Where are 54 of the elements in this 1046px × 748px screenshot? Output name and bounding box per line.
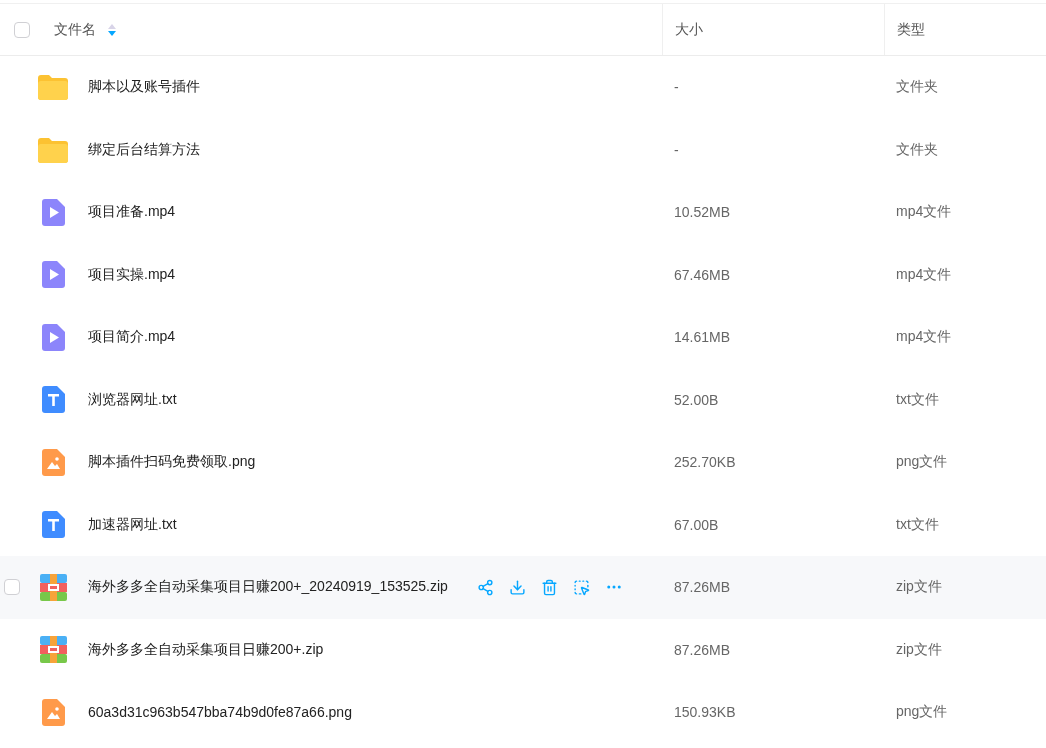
video-file-icon [41, 198, 65, 226]
file-size: 87.26MB [674, 641, 731, 658]
video-file-icon [41, 261, 65, 289]
file-size: 14.61MB [674, 329, 731, 346]
file-type: zip文件 [896, 640, 942, 659]
column-header[interactable]: 类型 [897, 20, 925, 39]
folder-icon [38, 136, 68, 163]
file-type: mp4文件 [896, 203, 952, 222]
file-size: - [674, 79, 679, 96]
video-file-icon [41, 323, 65, 351]
file-name[interactable]: 海外多多全自动采集项目日赚200+_20240919_153525.zip [88, 578, 448, 597]
file-type: png文件 [896, 703, 948, 722]
file-type: txt文件 [896, 515, 939, 534]
file-type: mp4文件 [896, 328, 952, 347]
archive-file-icon [39, 636, 67, 664]
file-name[interactable]: 项目简介.mp4 [88, 328, 176, 347]
file-size: 150.93KB [674, 704, 736, 721]
text-file-icon [41, 386, 65, 414]
file-type: 文件夹 [896, 140, 938, 159]
file-size: 87.26MB [674, 579, 731, 596]
file-size: 67.46MB [674, 266, 731, 283]
file-name[interactable]: 脚本插件扫码免费领取.png [88, 453, 256, 472]
file-name[interactable]: 加速器网址.txt [88, 515, 177, 534]
file-row[interactable]: 海外多多全自动采集项目日赚200+_20240919_153525.zip 87.26MB zip文件 [0, 556, 1046, 619]
column-header[interactable]: 文件名 [54, 20, 96, 39]
folder-icon [38, 74, 68, 101]
file-name[interactable]: 60a3d31c963b547bba74b9d0fe87a66.png [88, 704, 352, 721]
file-name[interactable]: 项目准备.mp4 [88, 203, 176, 222]
file-size: 67.00B [674, 516, 719, 533]
file-size: 252.70KB [674, 454, 736, 471]
file-name[interactable]: 绑定后台结算方法 [88, 140, 200, 159]
file-name[interactable]: 脚本以及账号插件 [88, 78, 200, 97]
text-file-icon [41, 511, 65, 539]
select-all-checkbox[interactable] [14, 21, 30, 38]
file-name[interactable]: 浏览器网址.txt [88, 390, 177, 409]
file-size: - [674, 141, 679, 158]
image-file-icon [41, 698, 65, 726]
file-type: mp4文件 [896, 265, 952, 284]
file-size: 52.00B [674, 391, 719, 408]
column-header[interactable]: 大小 [675, 20, 703, 39]
file-type: png文件 [896, 453, 948, 472]
image-file-icon [41, 448, 65, 476]
sort-icon[interactable] [108, 23, 116, 36]
download-icon[interactable] [507, 577, 528, 598]
file-type: 文件夹 [896, 78, 938, 97]
file-type: zip文件 [896, 578, 942, 597]
share-icon[interactable] [475, 577, 496, 598]
file-name[interactable]: 海外多多全自动采集项目日赚200+.zip [88, 640, 324, 659]
file-type: txt文件 [896, 390, 939, 409]
file-size: 10.52MB [674, 204, 731, 221]
rename-icon[interactable] [571, 577, 592, 598]
file-name[interactable]: 项目实操.mp4 [88, 265, 176, 284]
row-checkbox[interactable] [4, 579, 20, 596]
archive-file-icon [39, 573, 67, 601]
